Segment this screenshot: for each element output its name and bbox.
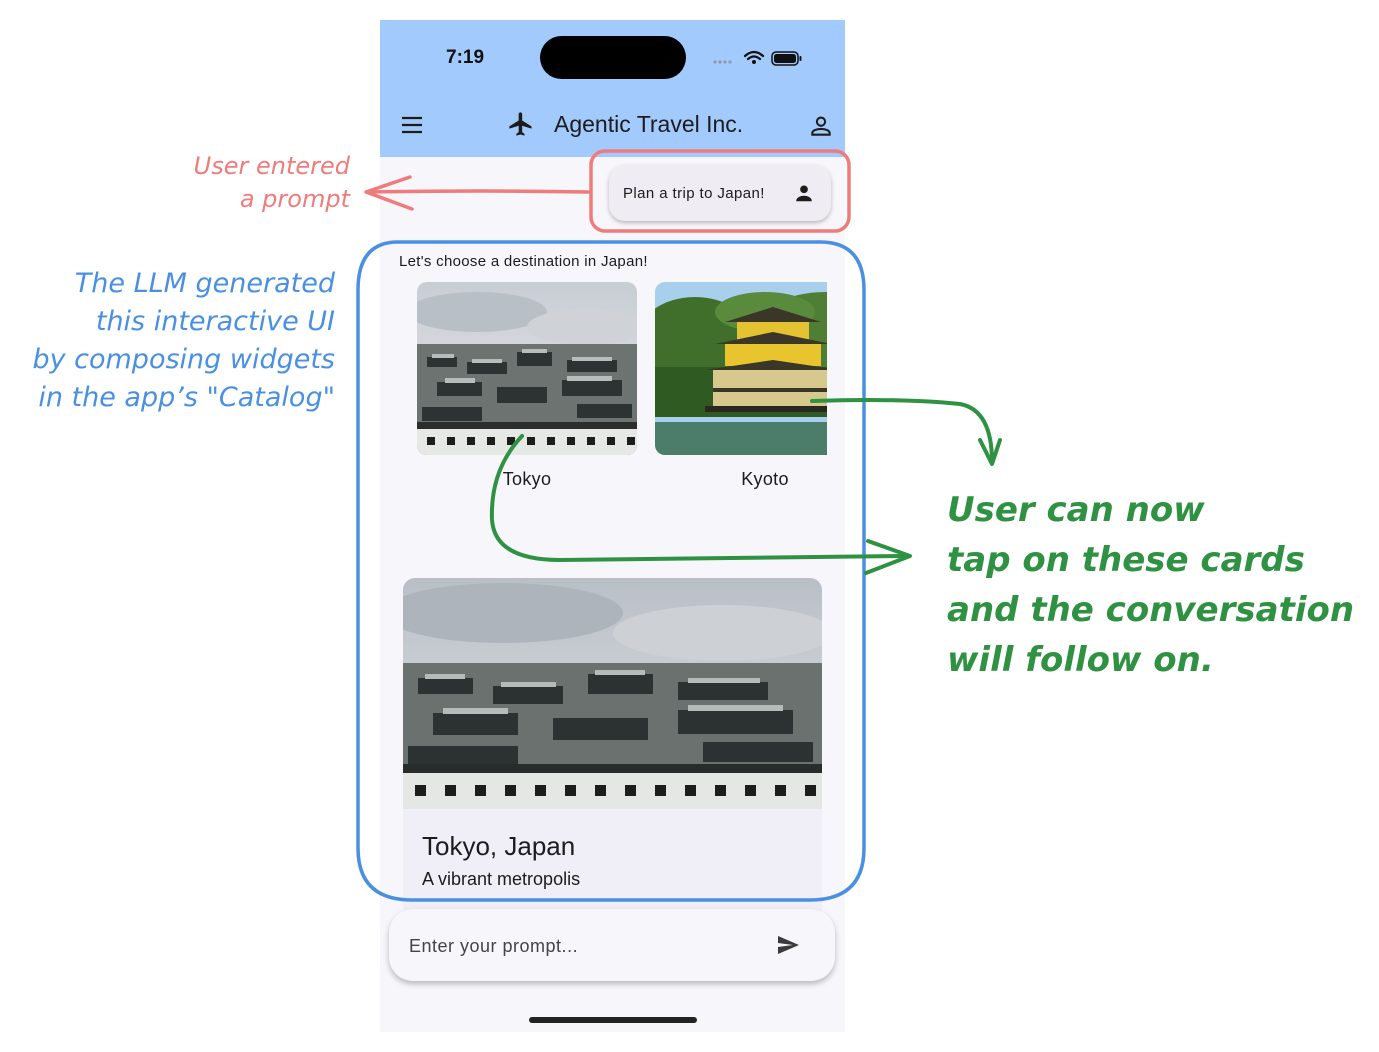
battery-icon (771, 51, 802, 66)
detail-card-title: Tokyo, Japan (422, 831, 576, 861)
destination-label-kyoto: Kyoto (741, 469, 789, 489)
status-time: 7:19 (446, 47, 485, 68)
detail-card-subtitle: A vibrant metropolis (422, 869, 581, 889)
wifi-icon (743, 50, 765, 61)
annotation-blue-line: in the app’s "Catalog" (38, 382, 335, 413)
annotation-generated-ui: The LLM generated this interactive UI by… (5, 265, 335, 417)
account-icon[interactable] (808, 113, 834, 144)
airplane-icon (507, 110, 535, 143)
annotation-blue-line: this interactive UI (95, 306, 335, 337)
person-icon (793, 182, 815, 209)
home-indicator (529, 1017, 697, 1023)
dynamic-island (540, 36, 686, 79)
destination-detail-card[interactable]: Tokyo, Japan A vibrant metropolis (403, 578, 822, 918)
send-icon[interactable] (775, 933, 801, 962)
destination-carousel[interactable]: Tokyo Kyoto (417, 282, 827, 492)
annotation-green-line: will follow on. (947, 640, 1214, 680)
status-icons (712, 48, 808, 73)
response-intro: Let's choose a destination in Japan! (399, 253, 648, 270)
destination-card-kyoto[interactable]: Kyoto (655, 282, 827, 489)
destination-card-tokyo[interactable]: Tokyo (417, 282, 637, 489)
annotation-red-line: User entered (193, 152, 350, 180)
annotation-tap-cards: User can now tap on these cards and the … (947, 485, 1377, 685)
user-prompt-text: Plan a trip to Japan! (623, 185, 765, 202)
tokyo-thumbnail (417, 282, 637, 455)
kyoto-thumbnail (655, 282, 827, 455)
menu-icon[interactable] (400, 113, 424, 137)
annotation-blue-line: by composing widgets (32, 344, 335, 375)
annotation-green-line: User can now (947, 490, 1205, 530)
annotation-green-line: and the conversation (947, 590, 1355, 630)
annotation-user-prompt: User entered a prompt (150, 150, 350, 216)
annotation-blue-line: The LLM generated (74, 268, 335, 299)
signal-icon (713, 60, 732, 64)
tokyo-hero-image (403, 578, 822, 809)
app-bar: 7:19 Agentic Travel Inc. (380, 20, 845, 157)
annotation-red-line: a prompt (239, 185, 350, 213)
destination-label-tokyo: Tokyo (502, 469, 552, 489)
user-prompt-bubble: Plan a trip to Japan! (609, 165, 831, 221)
app-title: Agentic Travel Inc. (554, 111, 744, 137)
prompt-input-bar (389, 909, 835, 981)
prompt-input[interactable] (407, 931, 751, 961)
phone-screen: 7:19 Agentic Travel Inc. Plan a trip to … (380, 20, 845, 1032)
annotation-green-line: tap on these cards (947, 540, 1305, 580)
